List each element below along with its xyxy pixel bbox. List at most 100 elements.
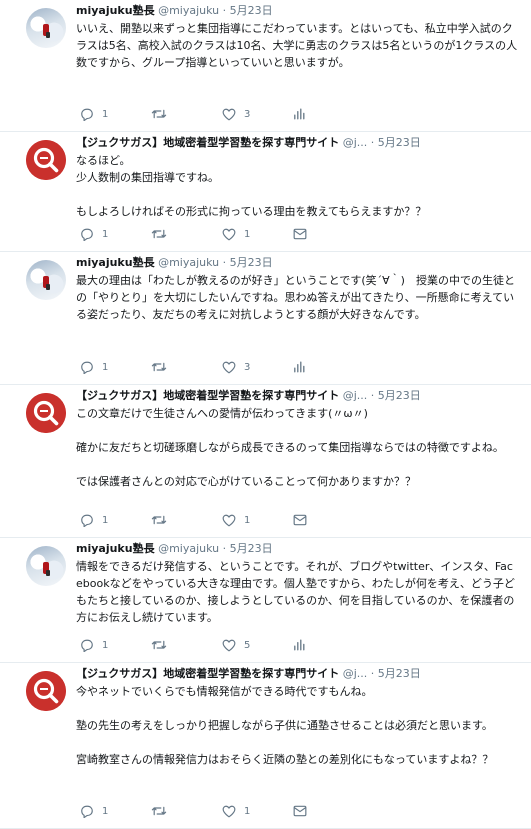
analytics-button[interactable]: [293, 639, 364, 651]
separator-dot: ·: [219, 542, 230, 555]
avatar-figure-legs: [46, 32, 50, 38]
reply-count: 1: [102, 514, 109, 526]
jukusagasu-logo-avatar[interactable]: [26, 671, 66, 711]
reply-button[interactable]: 1: [80, 639, 151, 652]
tweet[interactable]: miyajuku塾長 @miyajuku · 5月23日 情報をできるだけ発信する…: [0, 538, 531, 663]
tweet-actions: 13: [80, 103, 364, 125]
display-name[interactable]: miyajuku塾長: [76, 4, 155, 17]
like-count: 5: [244, 639, 251, 651]
tweet-actions: 11: [80, 800, 364, 822]
reply-icon: [80, 361, 94, 374]
tweet[interactable]: miyajuku塾長 @miyajuku · 5月23日最大の理由は「わたしが教…: [0, 252, 531, 385]
tweet-date[interactable]: 5月23日: [378, 389, 421, 402]
reply-icon: [80, 108, 94, 121]
like-count: 3: [244, 108, 251, 120]
display-name[interactable]: miyajuku塾長: [76, 542, 155, 555]
tweet[interactable]: miyajuku塾長 @miyajuku · 5月23日いいえ、開塾以来ずっと集…: [0, 0, 531, 132]
reply-count: 1: [102, 361, 109, 373]
like-icon: [222, 361, 236, 374]
like-button[interactable]: 3: [222, 108, 293, 121]
retweet-button[interactable]: [151, 361, 222, 373]
tweet-text: 今やネットでいくらでも情報発信ができる時代ですもんね。 塾の先生の考えをしっかり…: [76, 685, 494, 766]
reply-count: 1: [102, 805, 109, 817]
tweet-actions: 11: [80, 509, 364, 531]
analytics-icon: [293, 108, 305, 120]
direct-message-button[interactable]: [293, 228, 364, 240]
reply-button[interactable]: 1: [80, 805, 151, 818]
like-icon: [222, 514, 236, 527]
tweet-date[interactable]: 5月23日: [230, 256, 273, 269]
display-name[interactable]: 【ジュクサガス】地域密着型学習塾を探す専門サイト: [76, 389, 339, 402]
tweet-date[interactable]: 5月23日: [230, 4, 273, 17]
tweet-date[interactable]: 5月23日: [230, 542, 273, 555]
tweet[interactable]: 【ジュクサガス】地域密着型学習塾を探す専門サイト @j... · 5月23日今や…: [0, 663, 531, 829]
direct-message-button[interactable]: [293, 805, 364, 817]
tweet[interactable]: 【ジュクサガス】地域密着型学習塾を探す専門サイト @j... · 5月23日 なる…: [0, 132, 531, 252]
tweet-header: miyajuku塾長 @miyajuku · 5月23日: [76, 538, 519, 557]
analytics-button[interactable]: [293, 361, 364, 373]
analytics-button[interactable]: [293, 108, 364, 120]
like-button[interactable]: 1: [222, 805, 293, 818]
user-handle[interactable]: @miyajuku: [158, 542, 219, 555]
retweet-button[interactable]: [151, 108, 222, 120]
avatar[interactable]: [26, 546, 66, 586]
timeline: miyajuku塾長 @miyajuku · 5月23日いいえ、開塾以来ずっと集…: [0, 0, 531, 829]
avatar[interactable]: [26, 260, 66, 300]
separator-dot: ·: [219, 256, 230, 269]
like-button[interactable]: 5: [222, 639, 293, 652]
retweet-button[interactable]: [151, 514, 222, 526]
display-name[interactable]: 【ジュクサガス】地域密着型学習塾を探す専門サイト: [76, 667, 339, 680]
user-handle[interactable]: @miyajuku: [158, 4, 219, 17]
like-icon: [222, 805, 236, 818]
like-icon: [222, 108, 236, 121]
retweet-button[interactable]: [151, 805, 222, 817]
direct-message-button[interactable]: [293, 514, 364, 526]
like-button[interactable]: 1: [222, 228, 293, 241]
like-button[interactable]: 3: [222, 361, 293, 374]
like-count: 1: [244, 514, 251, 526]
analytics-icon: [293, 639, 305, 651]
reply-button[interactable]: 1: [80, 108, 151, 121]
avatar-figure-legs: [46, 570, 50, 576]
like-icon: [222, 639, 236, 652]
tweet-text: 最大の理由は「わたしが教えるのが好き」ということです(笑´∀｀) 授業の中での生…: [76, 274, 515, 321]
reply-button[interactable]: 1: [80, 228, 151, 241]
user-handle[interactable]: @miyajuku: [158, 256, 219, 269]
tweet[interactable]: 【ジュクサガス】地域密着型学習塾を探す専門サイト @j... · 5月23日 この…: [0, 385, 531, 538]
tweet-date[interactable]: 5月23日: [378, 136, 421, 149]
like-icon: [222, 228, 236, 241]
separator-dot: ·: [219, 4, 230, 17]
retweet-icon: [151, 514, 167, 526]
jukusagasu-logo-avatar[interactable]: [26, 393, 66, 433]
reply-icon: [80, 514, 94, 527]
retweet-button[interactable]: [151, 228, 222, 240]
tweet-actions: 11: [80, 223, 364, 245]
retweet-button[interactable]: [151, 639, 222, 651]
like-count: 1: [244, 805, 251, 817]
jukusagasu-logo-avatar[interactable]: [26, 140, 66, 180]
display-name[interactable]: 【ジュクサガス】地域密着型学習塾を探す専門サイト: [76, 136, 339, 149]
mail-icon: [293, 805, 307, 817]
like-count: 3: [244, 361, 251, 373]
like-count: 1: [244, 228, 251, 240]
tweet-header: miyajuku塾長 @miyajuku · 5月23日: [76, 252, 519, 271]
tweet-text: いいえ、開塾以来ずっと集団指導にこだわっています。とはいっても、私立中学入試のク…: [76, 22, 518, 69]
avatar[interactable]: [26, 8, 66, 48]
search-logo-icon: [26, 393, 66, 433]
mail-icon: [293, 228, 307, 240]
retweet-icon: [151, 108, 167, 120]
reply-button[interactable]: 1: [80, 361, 151, 374]
user-handle[interactable]: @j...: [343, 136, 368, 149]
reply-count: 1: [102, 228, 109, 240]
user-handle[interactable]: @j...: [343, 667, 368, 680]
user-handle[interactable]: @j...: [343, 389, 368, 402]
tweet-header: 【ジュクサガス】地域密着型学習塾を探す専門サイト @j... · 5月23日: [76, 663, 519, 682]
mail-icon: [293, 514, 307, 526]
tweet-header: 【ジュクサガス】地域密着型学習塾を探す専門サイト @j... · 5月23日: [76, 385, 519, 404]
search-logo-icon: [26, 671, 66, 711]
display-name[interactable]: miyajuku塾長: [76, 256, 155, 269]
tweet-date[interactable]: 5月23日: [378, 667, 421, 680]
like-button[interactable]: 1: [222, 514, 293, 527]
reply-button[interactable]: 1: [80, 514, 151, 527]
retweet-icon: [151, 228, 167, 240]
